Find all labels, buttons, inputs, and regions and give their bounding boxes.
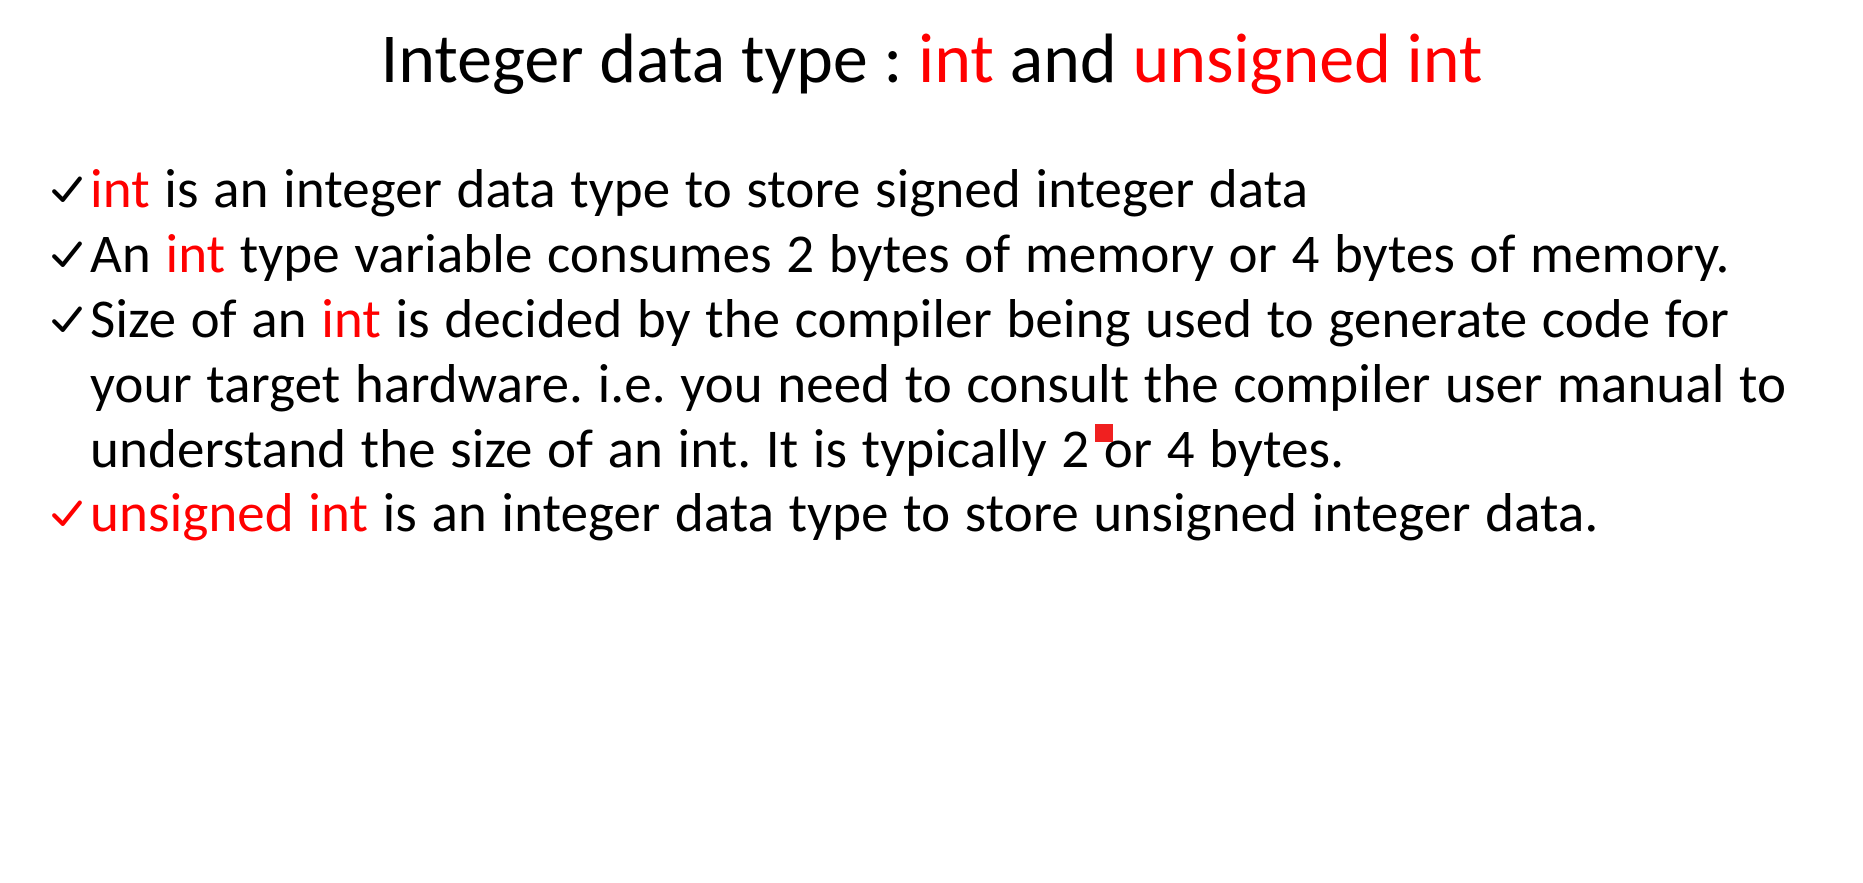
bullet-2-prefix: An bbox=[90, 220, 165, 287]
laser-pointer-icon bbox=[1095, 424, 1113, 442]
bullet-3-keyword: int bbox=[321, 285, 381, 352]
slide-body: int is an integer data type to store sig… bbox=[50, 157, 1813, 546]
bullet-3: Size of an int is decided by the compile… bbox=[50, 287, 1813, 482]
bullet-1-keyword: int bbox=[90, 155, 150, 222]
bullet-4-keyword: unsigned int bbox=[90, 479, 368, 546]
bullet-2-text: type variable consumes 2 bytes of memory… bbox=[225, 220, 1729, 287]
checkmark-icon bbox=[50, 220, 90, 285]
slide: Integer data type : int and unsigned int… bbox=[0, 0, 1863, 883]
checkmark-icon bbox=[50, 155, 90, 220]
checkmark-icon bbox=[50, 479, 90, 544]
bullet-4: unsigned int is an integer data type to … bbox=[50, 481, 1813, 546]
bullet-1: int is an integer data type to store sig… bbox=[50, 157, 1813, 222]
title-text-mid: and bbox=[994, 15, 1133, 101]
checkmark-icon bbox=[50, 285, 90, 350]
bullet-3-prefix: Size of an bbox=[90, 285, 321, 352]
bullet-1-text: is an integer data type to store signed … bbox=[150, 155, 1308, 222]
title-text-prefix: Integer data type : bbox=[381, 15, 918, 101]
bullet-4-text: is an integer data type to store unsigne… bbox=[368, 479, 1598, 546]
slide-title: Integer data type : int and unsigned int bbox=[50, 20, 1813, 97]
bullet-2: An int type variable consumes 2 bytes of… bbox=[50, 222, 1813, 287]
bullet-2-keyword: int bbox=[165, 220, 225, 287]
title-keyword-int: int bbox=[918, 15, 994, 101]
title-keyword-unsigned-int: unsigned int bbox=[1133, 15, 1483, 101]
